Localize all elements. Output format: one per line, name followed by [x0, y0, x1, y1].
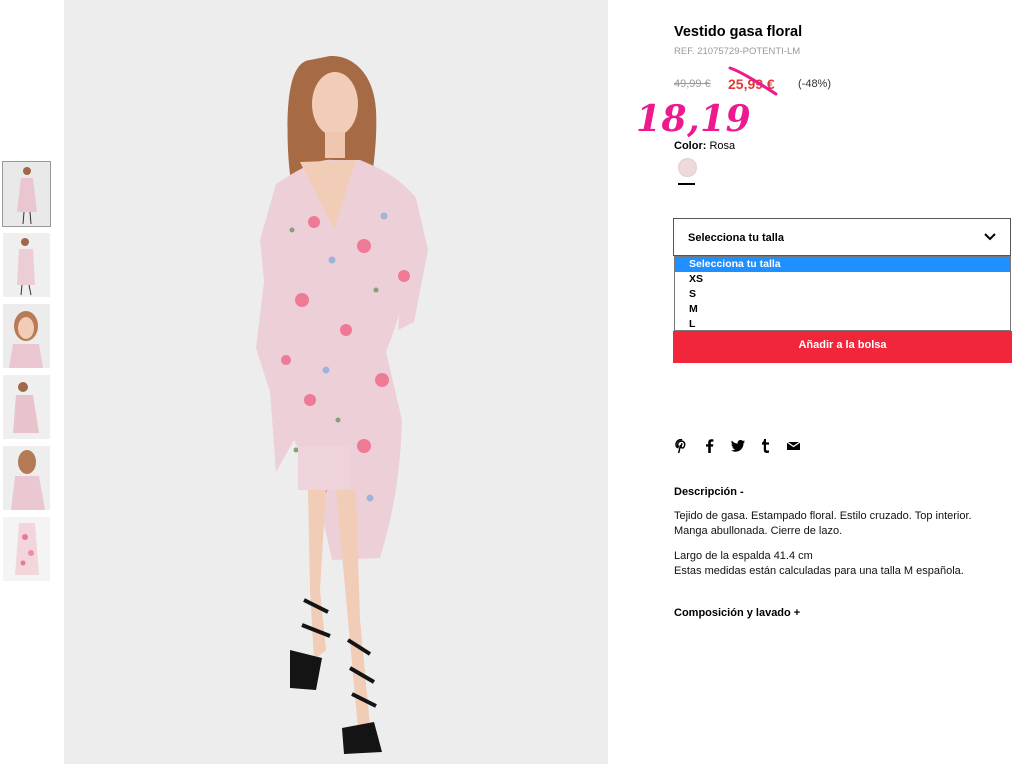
swatch-selected-indicator	[678, 183, 695, 185]
size-option-s[interactable]: S	[675, 287, 1010, 302]
original-price: 49,99 €	[674, 78, 711, 90]
chevron-down-icon	[984, 233, 996, 241]
facebook-icon[interactable]	[702, 438, 717, 453]
description-line-2: Manga abullonada. Cierre de lazo.	[674, 525, 843, 537]
description-line-1: Tejido de gasa. Estampado floral. Estilo…	[674, 510, 972, 522]
size-select[interactable]: Selecciona tu talla	[673, 218, 1011, 256]
color-swatch-rosa[interactable]	[678, 158, 697, 177]
color-label: Color:	[674, 140, 707, 152]
main-product-image	[64, 0, 608, 764]
handwritten-price: 18,19	[636, 98, 752, 140]
product-title: Vestido gasa floral	[674, 24, 803, 40]
share-icons	[674, 438, 801, 453]
handwritten-strike-mark	[728, 66, 778, 96]
thumbnail-5[interactable]	[3, 446, 50, 510]
thumbnail-gallery	[2, 161, 51, 588]
thumbnail-6[interactable]	[3, 517, 50, 581]
size-option-xs[interactable]: XS	[675, 272, 1010, 287]
product-reference: REF. 21075729-POTENTI-LM	[674, 46, 801, 57]
measurements-line-1: Largo de la espalda 41.4 cm	[674, 550, 813, 562]
pinterest-icon[interactable]	[674, 438, 689, 453]
color-value: Rosa	[709, 140, 736, 152]
discount-badge: (-48%)	[798, 78, 832, 90]
email-icon[interactable]	[786, 438, 801, 453]
add-to-bag-button[interactable]: Añadir a la bolsa	[673, 331, 1012, 363]
measurements-text: Largo de la espalda 41.4 cm Estas medida…	[674, 549, 1014, 579]
size-option-placeholder[interactable]: Selecciona tu talla	[675, 257, 1010, 272]
thumbnail-3[interactable]	[3, 304, 50, 368]
size-select-label: Selecciona tu talla	[688, 232, 784, 244]
color-row: Color: Rosa	[674, 140, 735, 152]
tumblr-icon[interactable]	[758, 438, 773, 453]
size-option-m[interactable]: M	[675, 302, 1010, 317]
measurements-line-2: Estas medidas están calculadas para una …	[674, 565, 964, 577]
twitter-icon[interactable]	[730, 438, 745, 453]
thumbnail-4[interactable]	[3, 375, 50, 439]
composition-toggle[interactable]: Composición y lavado +	[674, 607, 800, 619]
description-toggle[interactable]: Descripción -	[674, 486, 744, 498]
thumbnail-1[interactable]	[2, 161, 51, 227]
description-text: Tejido de gasa. Estampado floral. Estilo…	[674, 509, 1014, 539]
price-row: 49,99 € 25,99 € (-48%)	[674, 66, 874, 96]
size-option-l[interactable]: L	[675, 317, 1010, 332]
size-dropdown-list: Selecciona tu talla XS S M L	[674, 256, 1011, 331]
thumbnail-2[interactable]	[3, 233, 50, 297]
